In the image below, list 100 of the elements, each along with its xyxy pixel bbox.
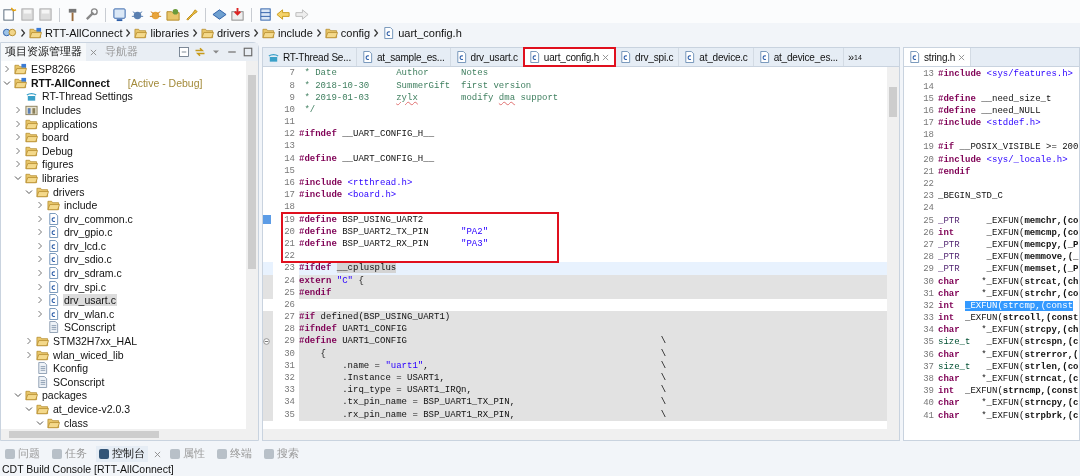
tree-item[interactable]: applications bbox=[41, 117, 99, 130]
scrollbar[interactable] bbox=[263, 429, 899, 441]
link-editor-icon[interactable] bbox=[194, 46, 206, 59]
editor-tab[interactable]: at_device_es... bbox=[753, 48, 844, 67]
breadcrumb-item[interactable]: config bbox=[340, 26, 371, 39]
tree-item[interactable]: drv_spi.c bbox=[63, 280, 107, 293]
scrollbar[interactable] bbox=[887, 67, 899, 430]
code-line: #include <sys/_locale.h> bbox=[938, 153, 1068, 166]
source-file-icon bbox=[47, 239, 60, 252]
chevron-right-icon bbox=[373, 27, 380, 38]
code-line: .name = "uart1", \ bbox=[341, 359, 667, 373]
download-icon[interactable] bbox=[230, 7, 245, 23]
line-number: 27 bbox=[273, 311, 299, 324]
tree-item[interactable]: libraries bbox=[41, 171, 80, 184]
tree-item[interactable]: SConscript bbox=[52, 375, 106, 388]
tree-item[interactable]: drv_common.c bbox=[63, 212, 134, 225]
code-line: _PTR _EXFUN(memcpy,(_P bbox=[938, 239, 1079, 252]
tree-item[interactable]: Includes bbox=[41, 103, 83, 116]
folder-icon bbox=[47, 416, 60, 429]
tree-item[interactable]: drv_usart.c bbox=[63, 294, 117, 307]
tree-item[interactable]: drivers bbox=[52, 185, 86, 198]
code-line: _PTR _EXFUN(memset,(_P bbox=[938, 263, 1079, 276]
code-line: _BEGIN_STD_C bbox=[938, 190, 1003, 203]
line-number: 33 bbox=[273, 384, 299, 397]
editor-tab[interactable]: drv_spi.c bbox=[615, 48, 680, 67]
code-line: #define BSP_UART2_RX_PIN "PA3" bbox=[299, 238, 489, 251]
editor-tab[interactable]: at_device.c bbox=[679, 48, 754, 67]
breadcrumb-item[interactable]: drivers bbox=[216, 26, 250, 39]
close-icon[interactable] bbox=[154, 450, 161, 458]
code-line: #include <rtthread.h> bbox=[299, 177, 413, 190]
tree-item[interactable]: include bbox=[63, 199, 99, 212]
tree-item[interactable]: ESP8266 bbox=[30, 63, 77, 76]
collapse-all-icon[interactable] bbox=[178, 46, 190, 59]
settings-icon bbox=[25, 90, 38, 103]
tree-item[interactable]: wlan_wiced_lib bbox=[52, 348, 125, 361]
tree-item[interactable]: SConscript bbox=[63, 321, 117, 334]
tree-item[interactable]: drv_lcd.c bbox=[63, 239, 107, 252]
breadcrumb-item[interactable]: libraries bbox=[150, 26, 189, 39]
code-line: * 2018-10-30 SummerGift first version bbox=[303, 79, 532, 92]
source-file-icon bbox=[47, 267, 60, 280]
wrench-icon[interactable] bbox=[84, 7, 99, 23]
tree-item[interactable]: packages bbox=[41, 389, 88, 402]
view-tab[interactable]: 项目资源管理器 bbox=[1, 43, 86, 62]
folder-icon bbox=[25, 117, 38, 130]
code-line: .rx_pin_name = BSP_UART1_RX_PIN, \ bbox=[341, 408, 667, 421]
tree-item[interactable]: STM32H7xx_HAL bbox=[52, 335, 139, 348]
tree-item[interactable]: drv_sdram.c bbox=[63, 267, 123, 280]
code-line: int _EXFUN(strncmp,(const bbox=[938, 385, 1079, 398]
tree-item[interactable]: drv_gpio.c bbox=[63, 226, 114, 239]
line-number: 32 bbox=[273, 372, 299, 385]
close-icon[interactable] bbox=[90, 48, 97, 56]
project-folder-icon bbox=[14, 76, 27, 89]
editor-tab[interactable]: at_sample_es... bbox=[356, 48, 451, 67]
tree-item[interactable]: Debug bbox=[41, 144, 74, 157]
close-icon[interactable] bbox=[958, 53, 966, 61]
back-arrow-icon[interactable] bbox=[276, 7, 291, 23]
tree-item[interactable]: drv_wlan.c bbox=[63, 307, 116, 320]
folder-icon bbox=[36, 403, 49, 415]
new-file-icon[interactable] bbox=[2, 7, 17, 23]
folder-icon bbox=[25, 144, 38, 157]
forward-arrow-icon[interactable] bbox=[294, 7, 309, 23]
folder-icon bbox=[324, 26, 338, 39]
tree-item[interactable]: at_device-v2.0.3 bbox=[52, 403, 132, 415]
monitor-icon[interactable] bbox=[112, 7, 127, 23]
breadcrumb-item[interactable]: include bbox=[277, 26, 313, 39]
source-file-icon bbox=[619, 51, 633, 64]
source-file-icon bbox=[360, 51, 374, 64]
breadcrumb-item[interactable]: RTT-AllConnect bbox=[45, 26, 123, 39]
code-line: #define __UART_CONFIG_H__ bbox=[299, 152, 435, 165]
save-icon[interactable] bbox=[20, 7, 35, 23]
scrollbar[interactable] bbox=[1, 429, 258, 441]
breadcrumb-item[interactable]: uart_config.h bbox=[398, 26, 462, 39]
source-file-icon bbox=[454, 51, 468, 64]
view-tab[interactable]: 控制台 bbox=[96, 446, 148, 462]
source-file-icon bbox=[47, 226, 60, 239]
tree-item[interactable]: Kconfig bbox=[52, 362, 90, 375]
editor-tab[interactable]: string.h bbox=[904, 48, 972, 67]
save-all-icon[interactable] bbox=[38, 7, 53, 23]
tree-item[interactable]: drv_sdio.c bbox=[63, 253, 113, 266]
editor-tab[interactable]: uart_config.h bbox=[523, 48, 616, 67]
editor-tab[interactable]: RT-Thread Se... bbox=[263, 48, 357, 67]
tree-item[interactable]: figures bbox=[41, 158, 75, 171]
tree-item[interactable]: class bbox=[63, 416, 89, 429]
code-line: size_t _EXFUN(strlen,(co bbox=[938, 360, 1079, 374]
code-line: #ifndef UART1_CONFIG bbox=[299, 323, 408, 336]
tree-item[interactable]: board bbox=[41, 131, 70, 144]
source-file-icon bbox=[47, 212, 60, 225]
code-line: char *_EXFUN(strerror,( bbox=[938, 348, 1079, 361]
panel-icon[interactable] bbox=[258, 7, 273, 23]
maximize-icon[interactable] bbox=[242, 46, 254, 59]
close-icon[interactable] bbox=[602, 53, 610, 61]
code-line: char *_EXFUN(strncpy,(c bbox=[938, 397, 1079, 410]
bookmark-icon[interactable] bbox=[263, 215, 271, 225]
code-line: char *_EXFUN(strcpy,(ch bbox=[938, 324, 1079, 337]
chevron-right-icon bbox=[315, 27, 322, 38]
scrollbar[interactable] bbox=[246, 61, 258, 430]
tree-item[interactable]: RTT-AllConnect bbox=[30, 76, 111, 89]
code-line: #endif bbox=[299, 286, 332, 299]
code-line: char *_EXFUN(strncat,(c bbox=[938, 373, 1079, 386]
tree-item[interactable]: RT-Thread Settings bbox=[41, 90, 134, 103]
